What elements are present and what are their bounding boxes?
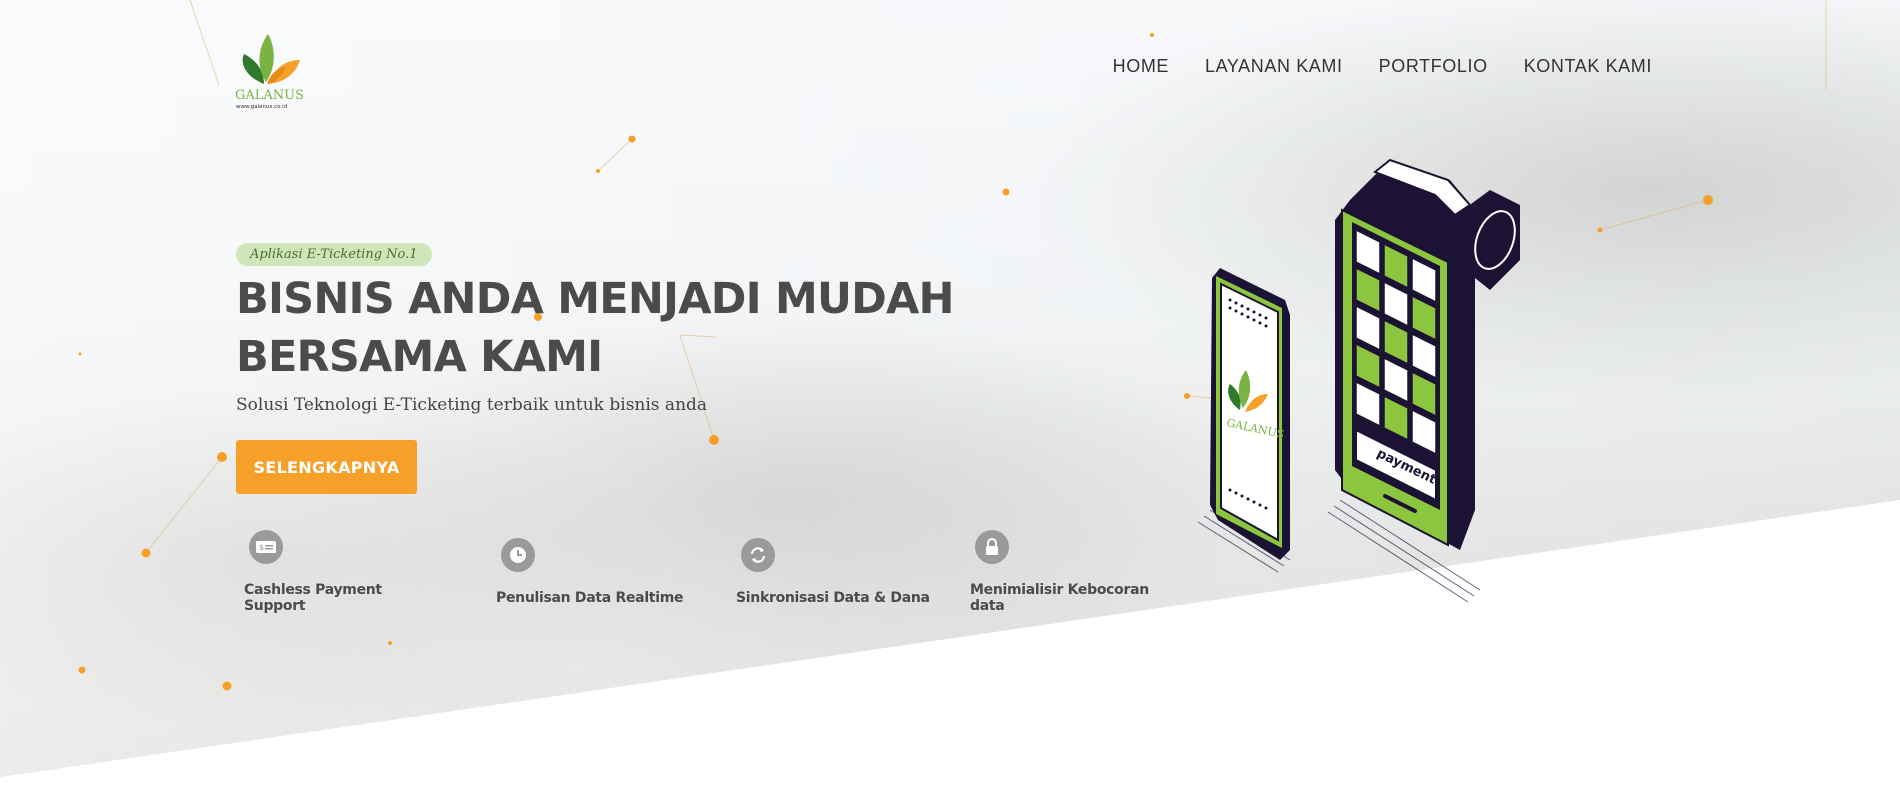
- svg-text:www.galanus.co.id: www.galanus.co.id: [236, 104, 287, 110]
- clock-icon: [501, 538, 535, 572]
- svg-text:GALANUS: GALANUS: [235, 88, 304, 103]
- cash-icon: $: [249, 530, 283, 564]
- feature-label-line: Sinkronisasi Data & Dana: [736, 590, 930, 606]
- leaf-logo-icon: GALANUS www.galanus.co.id: [235, 34, 304, 110]
- nav-home[interactable]: HOME: [1113, 56, 1169, 77]
- feature-label-line: Support: [244, 598, 306, 614]
- hero-section: GALANUS www.galanus.co.id HOME LAYANAN K…: [0, 0, 1900, 797]
- feature-label-line: data: [970, 598, 1005, 614]
- feature-label-line: Menimialisir Kebocoran: [970, 582, 1149, 598]
- smartphone: GALANUS: [1210, 268, 1290, 560]
- hero-subtitle: Solusi Teknologi E-Ticketing terbaik unt…: [236, 395, 708, 415]
- hero-title: BISNIS ANDA MENJADI MUDAH BERSAMA KAMI: [236, 274, 954, 382]
- brand-logo[interactable]: GALANUS www.galanus.co.id: [234, 26, 304, 110]
- svg-text:$: $: [259, 543, 264, 552]
- feature-label-line: Cashless Payment: [244, 582, 382, 598]
- lock-icon: [975, 530, 1009, 564]
- feature-label-line: Penulisan Data Realtime: [496, 590, 684, 606]
- nav-kontak-kami[interactable]: KONTAK KAMI: [1524, 56, 1652, 77]
- eticketing-devices-illustration: GALANUS payment: [1197, 158, 1520, 603]
- hero-badge: Aplikasi E-Ticketing No.1: [236, 243, 432, 266]
- payment-terminal: payment: [1335, 158, 1520, 550]
- selengkapnya-button[interactable]: SELENGKAPNYA: [236, 440, 417, 494]
- nav-portfolio[interactable]: PORTFOLIO: [1379, 56, 1488, 77]
- sync-icon: [741, 538, 775, 572]
- nav-layanan-kami[interactable]: LAYANAN KAMI: [1205, 56, 1343, 77]
- main-nav: HOME LAYANAN KAMI PORTFOLIO KONTAK KAMI: [1113, 56, 1652, 77]
